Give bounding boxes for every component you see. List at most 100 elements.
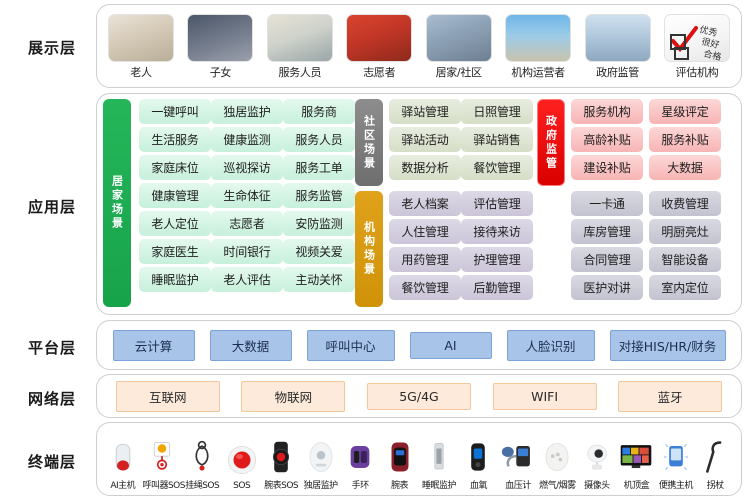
device-item[interactable]: 摄像头 (577, 434, 616, 491)
module-cell-government[interactable]: 大数据 (649, 155, 721, 180)
device-item[interactable]: 便携主机 (656, 434, 695, 491)
ai-host-device-icon (103, 434, 142, 476)
device-item[interactable]: SOS (222, 437, 261, 491)
persona-item[interactable]: 志愿者 (342, 14, 416, 80)
module-cell-home[interactable]: 老人定位 (139, 211, 211, 236)
module-cell-institution[interactable]: 后勤管理 (461, 275, 533, 300)
persona-item[interactable]: 机构运营者 (501, 14, 575, 80)
module-cell-operation[interactable]: 智能设备 (649, 247, 721, 272)
module-cell-community[interactable]: 驿站管理 (389, 99, 461, 124)
persona-caption: 子女 (209, 66, 232, 79)
device-item[interactable]: AI主机 (103, 434, 142, 491)
module-cell-institution[interactable]: 餐饮管理 (389, 275, 461, 300)
persona-item[interactable]: 服务人员 (263, 14, 337, 80)
module-column-operation-1: 一卡通库房管理合同管理医护对讲 (571, 191, 643, 303)
network-chip[interactable]: WIFI (492, 382, 597, 410)
device-item[interactable]: 睡眠监护 (419, 434, 458, 491)
platform-chip[interactable]: 呼叫中心 (306, 329, 395, 361)
module-cell-operation[interactable]: 一卡通 (571, 191, 643, 216)
persona-item[interactable]: 政府监管 (581, 14, 655, 80)
module-cell-home[interactable]: 服务商 (283, 99, 355, 124)
device-item[interactable]: 独居监护 (301, 434, 340, 491)
device-item[interactable]: 燃气/烟雾 (538, 434, 577, 491)
device-item[interactable]: 腕表 (380, 434, 419, 491)
module-cell-institution[interactable]: 用药管理 (389, 247, 461, 272)
network-chip[interactable]: 蓝牙 (618, 380, 723, 412)
persona-item[interactable]: 子女 (183, 14, 257, 80)
module-cell-home[interactable]: 主动关怀 (283, 267, 355, 292)
module-cell-community[interactable]: 驿站活动 (389, 127, 461, 152)
module-cell-government[interactable]: 高龄补贴 (571, 127, 643, 152)
device-caption: 独居监护 (303, 481, 339, 491)
module-cell-government[interactable]: 星级评定 (649, 99, 721, 124)
module-cell-community[interactable]: 日照管理 (461, 99, 533, 124)
network-chip[interactable]: 物联网 (241, 380, 346, 412)
module-cell-home[interactable]: 独居监护 (211, 99, 283, 124)
platform-chip[interactable]: 大数据 (209, 329, 292, 361)
module-cell-operation[interactable]: 库房管理 (571, 219, 643, 244)
module-cell-home[interactable]: 家庭床位 (139, 155, 211, 180)
module-cell-institution[interactable]: 护理管理 (461, 247, 533, 272)
scenario-bar-home[interactable]: 居家场景 (103, 99, 131, 307)
persona-item[interactable]: 老人 (104, 14, 178, 80)
device-item[interactable]: 挂绳SOS (182, 434, 221, 491)
module-cell-home[interactable]: 睡眠监护 (139, 267, 211, 292)
module-cell-operation[interactable]: 室内定位 (649, 275, 721, 300)
persona-item[interactable]: 优秀 很好 合格 评估机构 (660, 14, 734, 80)
module-cell-institution[interactable]: 评估管理 (461, 191, 533, 216)
platform-chip[interactable]: 对接HIS/HR/财务 (609, 329, 726, 361)
scenario-bar-institution[interactable]: 机构场景 (355, 191, 383, 307)
module-cell-community[interactable]: 数据分析 (389, 155, 461, 180)
module-cell-community[interactable]: 驿站销售 (461, 127, 533, 152)
device-caption: 手环 (351, 481, 370, 491)
device-item[interactable]: 呼叫器SOS (142, 434, 185, 491)
device-item[interactable]: 血压计 (498, 434, 537, 491)
module-cell-home[interactable]: 生命体征 (211, 183, 283, 208)
device-item[interactable]: 机顶盒 (617, 434, 656, 491)
module-cell-home[interactable]: 服务监管 (283, 183, 355, 208)
module-cell-home[interactable]: 志愿者 (211, 211, 283, 236)
module-cell-community[interactable]: 餐饮管理 (461, 155, 533, 180)
module-cell-home[interactable]: 视频关爱 (283, 239, 355, 264)
persona-item[interactable]: 居家/社区 (422, 14, 496, 80)
module-cell-government[interactable]: 服务机构 (571, 99, 643, 124)
device-item[interactable]: 手环 (340, 434, 379, 491)
platform-chip[interactable]: AI (409, 331, 492, 359)
module-cell-home[interactable]: 健康管理 (139, 183, 211, 208)
device-caption: 机顶盒 (623, 481, 650, 491)
module-cell-home[interactable]: 生活服务 (139, 127, 211, 152)
solitary-monitor-icon (301, 434, 340, 476)
module-cell-home[interactable]: 服务人员 (283, 127, 355, 152)
network-chip[interactable]: 5G/4G (366, 382, 471, 410)
device-item[interactable]: 血氧 (459, 434, 498, 491)
module-cell-government[interactable]: 建设补贴 (571, 155, 643, 180)
scenario-bar-government[interactable]: 政府监管 (537, 99, 565, 186)
device-item[interactable]: 腕表SOS (261, 434, 300, 491)
module-cell-operation[interactable]: 合同管理 (571, 247, 643, 272)
module-cell-home[interactable]: 家庭医生 (139, 239, 211, 264)
module-cell-institution[interactable]: 人住管理 (389, 219, 461, 244)
module-cell-operation[interactable]: 收费管理 (649, 191, 721, 216)
module-cell-home[interactable]: 时间银行 (211, 239, 283, 264)
platform-chip[interactable]: 人脸识别 (506, 329, 595, 361)
module-cell-home[interactable]: 一键呼叫 (139, 99, 211, 124)
layer-label-presentation: 展示层 (27, 39, 76, 57)
watch-sos-icon (261, 434, 300, 476)
module-cell-home[interactable]: 老人评估 (211, 267, 283, 292)
module-cell-institution[interactable]: 接待来访 (461, 219, 533, 244)
device-caption: 腕表 (391, 481, 409, 491)
oximeter-icon (459, 434, 498, 476)
platform-chip[interactable]: 云计算 (112, 329, 195, 361)
module-cell-government[interactable]: 服务补贴 (649, 127, 721, 152)
module-cell-institution[interactable]: 老人档案 (389, 191, 461, 216)
network-chip[interactable]: 互联网 (115, 380, 220, 412)
module-cell-home[interactable]: 服务工单 (283, 155, 355, 180)
module-cell-operation[interactable]: 明厨亮灶 (649, 219, 721, 244)
module-cell-home[interactable]: 巡视探访 (211, 155, 283, 180)
module-cell-home[interactable]: 安防监测 (283, 211, 355, 236)
module-cell-home[interactable]: 健康监测 (211, 127, 283, 152)
scenario-bar-community[interactable]: 社区场景 (355, 99, 383, 186)
device-caption: 血氧 (469, 481, 488, 491)
module-cell-operation[interactable]: 医护对讲 (571, 275, 643, 300)
device-item[interactable]: 拐杖 (696, 434, 735, 491)
